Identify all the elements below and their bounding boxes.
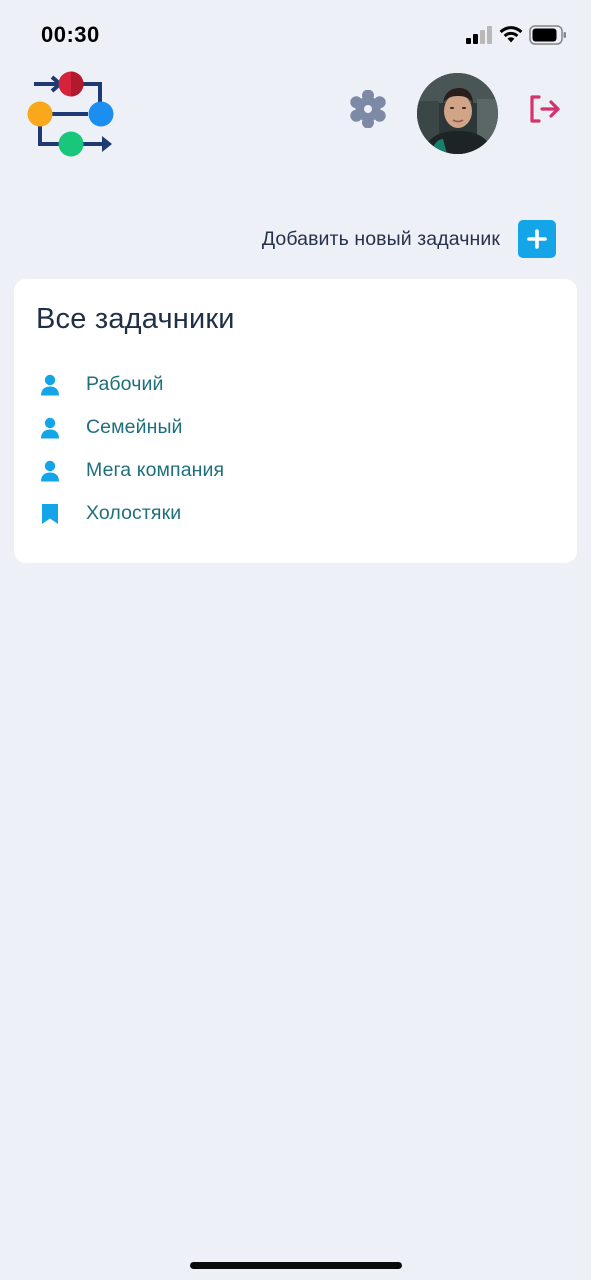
task-book-list: Рабочий Семейный Мега компания Холостяки [40, 363, 560, 535]
task-book-item[interactable]: Мега компания [40, 449, 560, 492]
task-book-label[interactable]: Семейный [86, 416, 183, 439]
add-task-book-action[interactable]: Добавить новый задачник [262, 220, 556, 258]
task-books-card: Все задачники Рабочий Семейный Мега комп… [14, 279, 577, 563]
person-icon [41, 460, 59, 481]
add-task-book-button[interactable] [518, 220, 556, 258]
gear-icon[interactable] [349, 90, 387, 128]
bookmark-icon [42, 503, 58, 524]
task-book-label[interactable]: Мега компания [86, 459, 224, 482]
plus-icon [527, 229, 547, 249]
person-icon [41, 374, 59, 395]
task-book-item[interactable]: Рабочий [40, 363, 560, 406]
user-photo [417, 73, 498, 154]
status-bar: 00:30 [0, 0, 591, 70]
status-time: 00:30 [41, 22, 100, 47]
card-title: Все задачники [36, 303, 235, 335]
person-icon [41, 417, 59, 438]
logout-icon[interactable] [528, 93, 562, 125]
workflow-logo-icon [27, 71, 114, 157]
task-book-label[interactable]: Холостяки [86, 502, 181, 525]
task-book-label[interactable]: Рабочий [86, 373, 163, 396]
home-indicator [190, 1262, 402, 1269]
cellular-signal-icon [466, 26, 492, 44]
task-book-item[interactable]: Семейный [40, 406, 560, 449]
add-task-book-label[interactable]: Добавить новый задачник [262, 228, 500, 251]
battery-icon [529, 25, 566, 45]
wifi-icon [499, 26, 523, 43]
task-book-item[interactable]: Холостяки [40, 492, 560, 535]
avatar[interactable] [417, 73, 498, 154]
